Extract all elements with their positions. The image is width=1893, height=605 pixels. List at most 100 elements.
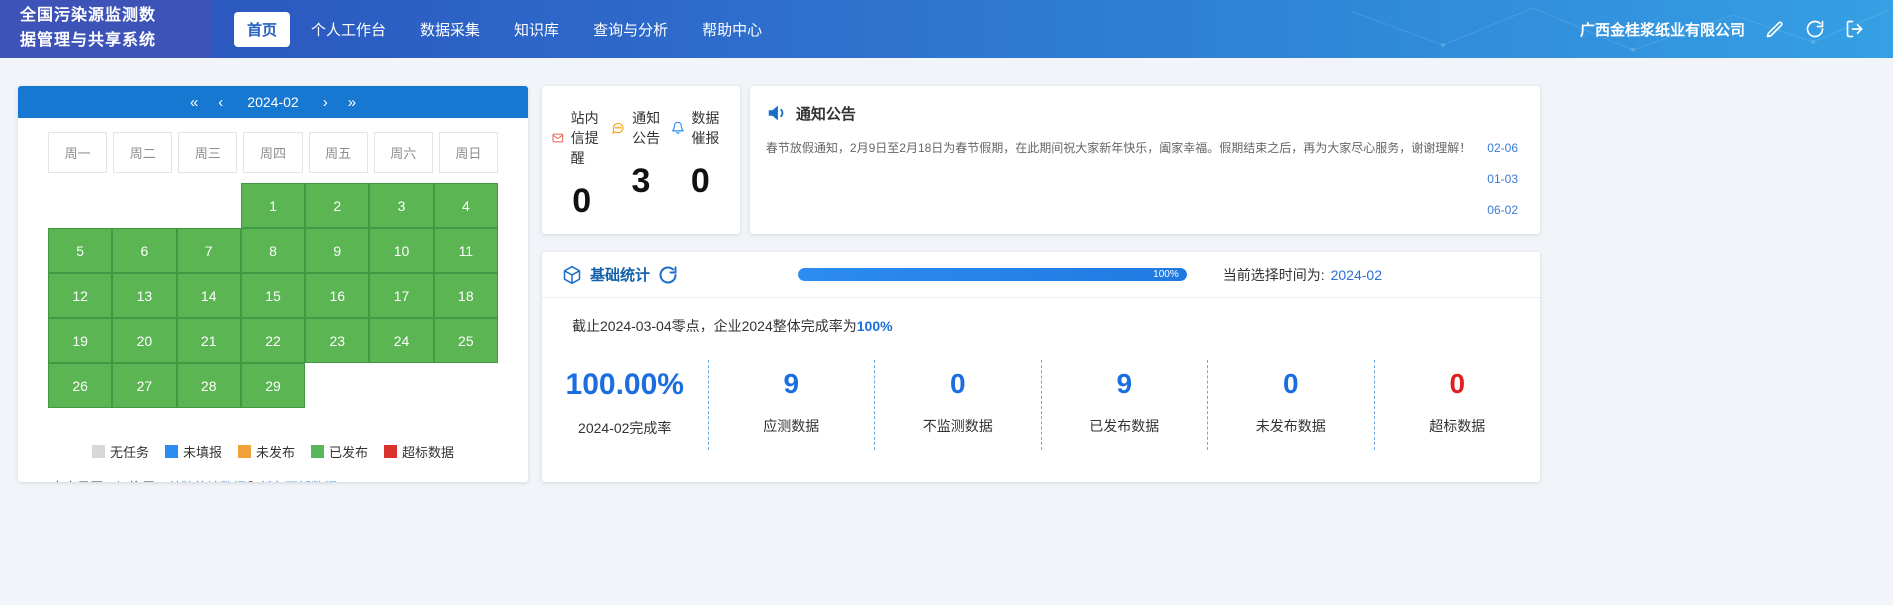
notice-board-card: 通知公告 春节放假通知，2月9日至2月18日为春节假期，在此期间祝大家新年快乐，… <box>749 86 1540 234</box>
metric-label: 未发布数据 <box>1255 418 1326 434</box>
calendar-card: « ‹ 2024-02 › » 周一 周二 周三 周四 周五 周六 周日 1 2… <box>18 86 528 482</box>
calendar-day[interactable]: 25 <box>433 318 498 363</box>
calendar-prev-month-icon[interactable]: ‹ <box>216 94 225 111</box>
metric-exceeded: 0 超标数据 <box>1375 360 1541 450</box>
menu-item-knowledge-base[interactable]: 知识库 <box>501 12 572 47</box>
calendar-day[interactable]: 3 <box>369 183 434 228</box>
calendar-day[interactable]: 9 <box>305 228 370 273</box>
metric-published: 9 已发布数据 <box>1042 360 1208 450</box>
navbar-right: 广西金桂浆纸业有限公司 <box>1580 19 1865 40</box>
company-name: 广西金桂浆纸业有限公司 <box>1579 21 1745 39</box>
calendar-day[interactable]: 21 <box>176 318 241 363</box>
calendar-day[interactable]: 12 <box>48 273 113 318</box>
calendar-day[interactable]: 14 <box>176 273 241 318</box>
notice-item[interactable]: 01-03 <box>766 163 1518 194</box>
menu-item-home[interactable]: 首页 <box>234 11 291 47</box>
completion-summary-highlight: 100% <box>856 318 893 334</box>
calendar-empty-cell <box>369 363 433 408</box>
weekday-label: 周二 <box>113 132 173 173</box>
calendar-day[interactable]: 7 <box>176 228 241 273</box>
legend-swatch <box>91 445 105 458</box>
calendar-day[interactable]: 18 <box>433 273 498 318</box>
calendar-weekday-row: 周一 周二 周三 周四 周五 周六 周日 <box>18 118 528 183</box>
calendar-day[interactable]: 17 <box>369 273 434 318</box>
calendar-day[interactable]: 24 <box>369 318 434 363</box>
metric-not-monitored: 0 不监测数据 <box>875 360 1042 450</box>
task-panel-data-link[interactable]: 任务面板数据 <box>259 480 337 482</box>
notice-text: 春节放假通知，2月9日至2月18日为春节假期，在此期间祝大家新年快乐，阖家幸福。… <box>765 141 1472 155</box>
notice-date: 06-02 <box>1487 202 1518 217</box>
calendar-day[interactable]: 29 <box>240 363 306 408</box>
notice-item[interactable]: 春节放假通知，2月9日至2月18日为春节假期，在此期间祝大家新年快乐，阖家幸福。… <box>766 132 1518 163</box>
notice-count-block[interactable]: 通知公告 3 <box>611 108 670 234</box>
calendar-day[interactable]: 22 <box>240 318 306 363</box>
calendar-day[interactable]: 13 <box>112 273 177 318</box>
calendar-day[interactable]: 26 <box>48 363 113 408</box>
calendar-grid: 1 2 3 4 5 6 7 8 9 10 11 12 13 14 15 16 1… <box>18 183 528 408</box>
data-urge-block[interactable]: 数据催报 0 <box>671 108 730 234</box>
legend-label: 无任务 <box>109 445 149 460</box>
calendar-empty-cell <box>48 183 112 228</box>
calendar-next-month-icon[interactable]: › <box>321 94 330 111</box>
legend-item-published: 已发布 <box>311 442 368 461</box>
note-conjunction: 和 <box>246 480 259 482</box>
calendar-day[interactable]: 28 <box>176 363 241 408</box>
metric-completion-rate: 100.00% 2024-02完成率 <box>542 360 709 450</box>
calendar-header: « ‹ 2024-02 › » <box>18 86 528 118</box>
calendar-day[interactable]: 6 <box>112 228 177 273</box>
calendar-day[interactable]: 19 <box>48 318 113 363</box>
calendar-day[interactable]: 5 <box>48 228 113 273</box>
legend-item-no-task: 无任务 <box>91 442 149 461</box>
metric-label: 不监测数据 <box>922 418 993 434</box>
top-row: 站内信提醒 0 通知公告 3 数据催报 0 通知公告 春节放假通知，2月9日至2… <box>542 86 1540 234</box>
logout-icon[interactable] <box>1845 19 1865 39</box>
calendar-day[interactable]: 11 <box>433 228 498 273</box>
calendar-day[interactable]: 20 <box>112 318 177 363</box>
selected-time-label: 当前选择时间为: <box>1222 266 1325 283</box>
selected-time: 当前选择时间为: 2024-02 <box>1223 265 1382 285</box>
notice-item[interactable]: 06-02 <box>766 194 1518 225</box>
weekday-label: 周六 <box>373 132 433 173</box>
calendar-month-label: 2024-02 <box>247 94 299 110</box>
calendar-empty-cell <box>177 183 241 228</box>
inbox-reminder-block[interactable]: 站内信提醒 0 <box>552 108 611 234</box>
notice-date: 01-03 <box>1487 171 1518 186</box>
calendar-day[interactable]: 2 <box>305 183 370 228</box>
calendar-day[interactable]: 23 <box>305 318 370 363</box>
calendar-day[interactable]: 16 <box>305 273 370 318</box>
menu-item-workbench[interactable]: 个人工作台 <box>298 12 399 47</box>
calendar-day[interactable]: 8 <box>240 228 306 273</box>
edit-pencil-icon[interactable] <box>1765 19 1785 39</box>
completion-progress-bar: 100% <box>798 268 1187 281</box>
calendar-day[interactable]: 1 <box>240 183 306 228</box>
metric-required-data: 9 应测数据 <box>709 360 875 450</box>
calendar-empty-cell <box>434 363 498 408</box>
calendar-day[interactable]: 10 <box>369 228 434 273</box>
legend-item-exceeded: 超标数据 <box>384 442 454 461</box>
stats-refresh-icon[interactable] <box>658 265 678 285</box>
weekday-label: 周日 <box>438 132 498 173</box>
calendar-day[interactable]: 15 <box>240 273 306 318</box>
legend-swatch <box>311 445 324 458</box>
notice-count: 3 <box>631 162 651 200</box>
menu-item-help-center[interactable]: 帮助中心 <box>689 12 775 47</box>
weekday-label: 周三 <box>178 132 238 173</box>
calendar-prev-year-icon[interactable]: « <box>188 94 200 111</box>
legend-swatch <box>237 445 251 458</box>
top-navbar: 全国污染源监测数 据管理与共享系统 首页 个人工作台 数据采集 知识库 查询与分… <box>0 0 1893 58</box>
menu-item-query-analysis[interactable]: 查询与分析 <box>580 12 681 47</box>
metric-value: 0 <box>949 368 966 399</box>
calendar-day[interactable]: 27 <box>112 363 177 408</box>
metric-label: 2024-02完成率 <box>578 420 672 436</box>
cube-icon <box>563 265 581 284</box>
message-summary-card: 站内信提醒 0 通知公告 3 数据催报 0 <box>542 86 740 234</box>
metric-label: 应测数据 <box>763 418 820 434</box>
menu-item-data-collection[interactable]: 数据采集 <box>407 12 493 47</box>
calendar-next-year-icon[interactable]: » <box>346 94 358 111</box>
basic-stats-data-link[interactable]: 基础统计数据 <box>168 480 246 482</box>
refresh-icon[interactable] <box>1805 19 1825 39</box>
metric-value: 9 <box>1116 368 1133 399</box>
calendar-day[interactable]: 4 <box>433 183 498 228</box>
metric-value: 9 <box>783 368 800 399</box>
completion-summary-text: 截止2024-03-04零点，企业2024整体完成率为 <box>572 318 857 334</box>
